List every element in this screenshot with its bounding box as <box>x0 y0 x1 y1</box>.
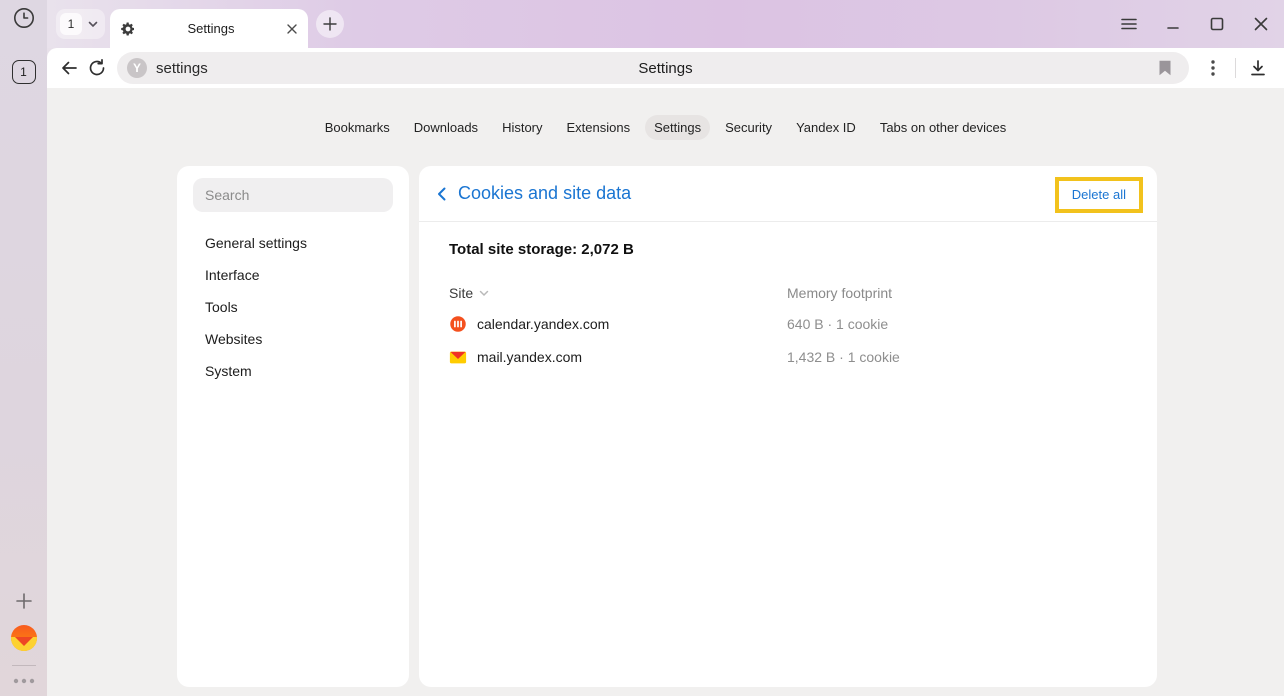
tab-count-label: 1 <box>20 65 27 79</box>
tab-security[interactable]: Security <box>716 115 781 140</box>
site-name: mail.yandex.com <box>477 349 582 365</box>
column-memory: Memory footprint <box>787 285 1127 301</box>
table-row[interactable]: calendar.yandex.com 640 B · 1 cookie <box>449 314 1127 334</box>
address-text: settings <box>156 60 208 77</box>
panel-body: Total site storage: 2,072 B Site Memory … <box>419 241 1157 367</box>
history-clock-icon[interactable] <box>12 6 36 30</box>
memory-footprint: 640 B · 1 cookie <box>787 316 1127 332</box>
delete-all-label: Delete all <box>1072 187 1126 202</box>
sidebar-item-system[interactable]: System <box>177 355 409 387</box>
tab-extensions[interactable]: Extensions <box>558 115 640 140</box>
new-tab-button[interactable] <box>316 10 344 38</box>
tab-close-icon[interactable] <box>286 23 298 35</box>
browser-section-tabs: Bookmarks Downloads History Extensions S… <box>47 115 1284 140</box>
rail-divider <box>12 665 36 666</box>
downloads-icon[interactable] <box>1244 54 1272 82</box>
tab-history[interactable]: History <box>493 115 551 140</box>
main-column: 1 Settings <box>47 0 1284 696</box>
panel-header: Cookies and site data Delete all <box>419 166 1157 221</box>
memory-footprint: 1,432 B · 1 cookie <box>787 349 1127 365</box>
calendar-favicon-icon <box>449 315 467 333</box>
window-controls <box>1121 16 1269 32</box>
tab-bookmarks[interactable]: Bookmarks <box>316 115 399 140</box>
tab-yandex-id[interactable]: Yandex ID <box>787 115 865 140</box>
rail-add-icon[interactable] <box>13 590 35 612</box>
bookmark-icon[interactable] <box>1151 54 1179 82</box>
rail-more-icon[interactable] <box>11 674 37 688</box>
tab-count-badge[interactable]: 1 <box>12 60 36 84</box>
back-chevron-icon[interactable] <box>431 184 451 204</box>
panels: General settings Interface Tools Website… <box>177 166 1157 687</box>
sidebar-item-interface[interactable]: Interface <box>177 259 409 291</box>
kebab-menu-icon[interactable] <box>1199 54 1227 82</box>
sidebar-item-general-settings[interactable]: General settings <box>177 227 409 259</box>
site-name: calendar.yandex.com <box>477 316 609 332</box>
tab-strip: 1 Settings <box>47 0 1284 48</box>
sidebar-item-tools[interactable]: Tools <box>177 291 409 323</box>
header-divider <box>419 221 1157 222</box>
column-site-label: Site <box>449 285 473 301</box>
reload-icon[interactable] <box>83 54 111 82</box>
minimize-icon[interactable] <box>1165 16 1181 32</box>
gear-icon <box>120 21 136 37</box>
tab-group-pill[interactable]: 1 <box>56 9 105 39</box>
section-title[interactable]: Cookies and site data <box>458 183 631 204</box>
yandex-favicon-icon: Y <box>127 58 147 78</box>
toolbar-divider <box>1235 58 1236 78</box>
total-storage: Total site storage: 2,072 B <box>449 241 1127 258</box>
plus-icon <box>323 17 337 31</box>
close-window-icon[interactable] <box>1253 16 1269 32</box>
back-icon[interactable] <box>55 54 83 82</box>
settings-page: Bookmarks Downloads History Extensions S… <box>47 88 1284 696</box>
tab-group-badge: 1 <box>60 13 82 35</box>
side-rail: 1 <box>0 0 47 696</box>
mail-favicon-icon <box>449 350 467 365</box>
sidebar-item-websites[interactable]: Websites <box>177 323 409 355</box>
address-bar[interactable]: Y settings <box>117 52 1189 84</box>
settings-sidebar: General settings Interface Tools Website… <box>177 166 409 687</box>
maximize-icon[interactable] <box>1209 16 1225 32</box>
table-row[interactable]: mail.yandex.com 1,432 B · 1 cookie <box>449 347 1127 367</box>
search-input[interactable] <box>205 187 381 203</box>
search-field[interactable] <box>193 178 393 212</box>
sort-chevron-icon <box>479 290 489 297</box>
toolbar: Y settings Settings <box>47 48 1284 88</box>
browser-window: 1 <box>0 0 1284 696</box>
tab-downloads[interactable]: Downloads <box>405 115 487 140</box>
chevron-down-icon[interactable] <box>87 18 99 30</box>
sidebar-list: General settings Interface Tools Website… <box>177 227 409 387</box>
column-site[interactable]: Site <box>449 285 787 301</box>
tab-settings[interactable]: Settings <box>110 9 308 48</box>
tab-settings-active[interactable]: Settings <box>645 115 710 140</box>
yandex-mail-app-icon[interactable] <box>10 624 38 652</box>
tab-title: Settings <box>136 21 286 36</box>
delete-all-button[interactable]: Delete all <box>1055 177 1143 213</box>
cookies-panel: Cookies and site data Delete all Total s… <box>419 166 1157 687</box>
menu-hamburger-icon[interactable] <box>1121 16 1137 32</box>
tab-other-devices[interactable]: Tabs on other devices <box>871 115 1015 140</box>
table-header: Site Memory footprint <box>449 285 1127 301</box>
